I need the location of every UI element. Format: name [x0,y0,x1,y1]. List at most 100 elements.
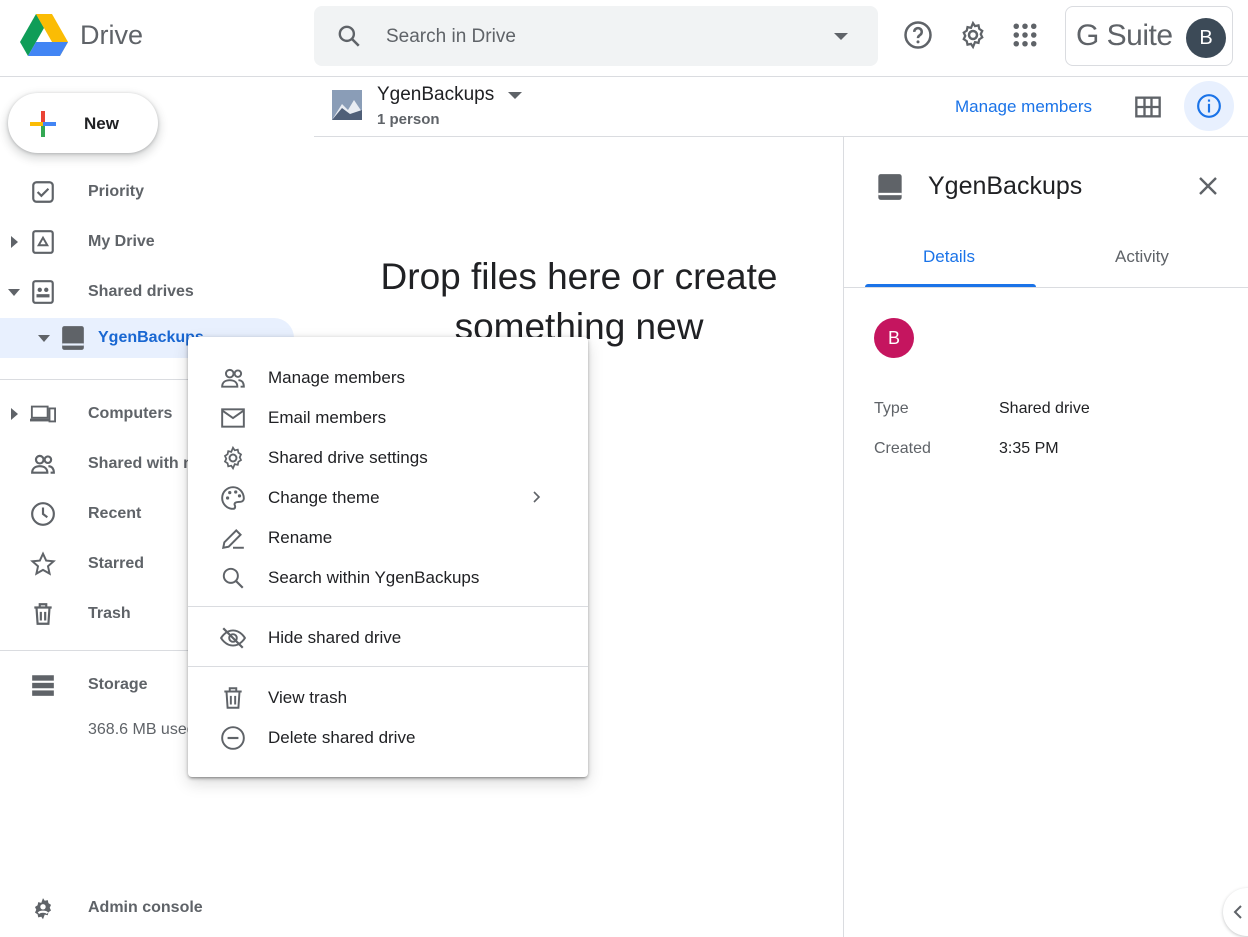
trash-icon [224,687,242,709]
menu-item-label: Search within YgenBackups [268,568,480,587]
sidebar-item-label: Computers [88,405,173,422]
details-panel: YgenBackups Details Activity B Type Shar… [843,137,1248,937]
menu-item-label: Rename [268,528,333,547]
account-switcher[interactable]: G Suite B [1065,6,1233,66]
gsuite-logo: G Suite [1076,19,1173,52]
sidebar-item-priority[interactable]: Priority [0,172,300,212]
menu-item-search-within[interactable]: Search within YgenBackups [188,557,588,597]
search-bar[interactable]: Search in Drive [314,6,878,66]
menu-item-label: View trash [268,688,348,707]
priority-icon [32,181,54,203]
admin-icon [34,898,52,920]
details-tabs: Details Activity [844,227,1248,288]
current-drive-name[interactable]: YgenBackups [377,84,494,106]
storage-usage: 368.6 MB used [88,721,196,738]
drive-logo-icon[interactable] [20,14,68,58]
settings-icon[interactable] [958,20,988,50]
avatar[interactable]: B [874,318,914,358]
view-details-button[interactable] [1184,81,1234,131]
new-button[interactable]: New [8,93,158,153]
manage-members-button[interactable]: Manage members [955,97,1092,117]
menu-item-email-members[interactable]: Email members [188,397,588,437]
search-icon[interactable] [336,23,362,49]
property-value: 3:35 PM [999,440,1059,457]
property-key: Created [874,440,931,457]
info-icon [1197,94,1221,118]
collapse-icon[interactable] [8,289,20,296]
chevron-left-icon [1233,905,1242,919]
apps-grid-icon[interactable] [1010,20,1040,50]
app-name[interactable]: Drive [80,20,143,51]
plus-icon [30,111,56,137]
menu-item-label: Email members [268,408,387,427]
eye-off-icon [220,627,246,649]
computers-icon [30,405,56,423]
menu-item-label: Delete shared drive [268,728,416,747]
menu-divider [188,606,588,607]
collapse-icon[interactable] [38,335,50,342]
people-icon [31,454,55,474]
details-title: YgenBackups [928,172,1083,200]
people-icon [221,368,245,388]
empty-state-line: Drop files here or create [380,256,778,297]
property-value: Shared drive [999,400,1090,417]
avatar[interactable]: B [1186,18,1226,58]
sidebar-item-label: Trash [88,605,131,622]
context-menu: Manage members Email members Shared driv… [188,337,588,777]
search-input[interactable]: Search in Drive [386,26,516,48]
admin-console-label: Admin console [88,899,203,916]
shared-drive-icon [62,326,84,350]
close-icon[interactable] [1196,174,1220,198]
clock-icon [31,502,55,526]
menu-item-manage-members[interactable]: Manage members [188,357,588,397]
menu-item-hide-shared-drive[interactable]: Hide shared drive [188,617,588,657]
menu-item-label: Change theme [268,488,380,507]
menu-item-label: Shared drive settings [268,448,428,467]
tab-activity[interactable]: Activity [1115,247,1169,267]
search-options-icon[interactable] [834,33,848,40]
my-drive-icon [32,230,54,254]
pencil-icon [222,529,244,549]
sidebar-item-label: My Drive [88,233,155,250]
drive-toolbar: YgenBackups 1 person Manage members [314,77,1248,137]
shared-drive-icon [878,174,902,200]
sidebar-item-label: Shared drives [88,283,194,300]
app-header: Drive Search in Drive G Suite B [0,0,1248,77]
new-button-label: New [84,114,119,133]
help-icon[interactable] [903,20,933,50]
members-count: 1 person [377,111,440,128]
expand-icon[interactable] [11,236,18,248]
sidebar-item-label: Priority [88,183,145,200]
grid-view-icon[interactable] [1134,93,1162,121]
sidebar-item-shared-drives[interactable]: Shared drives [0,272,300,312]
drive-menu-caret-icon[interactable] [508,92,522,99]
star-icon [30,551,56,576]
active-tab-indicator [865,284,1036,287]
sidebar-item-label: Storage [88,676,148,693]
menu-item-rename[interactable]: Rename [188,517,588,557]
mail-icon [221,408,245,428]
palette-icon [221,486,245,510]
menu-item-delete-shared-drive[interactable]: Delete shared drive [188,717,588,757]
menu-item-label: Manage members [268,368,406,387]
admin-console-link[interactable]: Admin console [0,888,300,928]
expand-icon[interactable] [11,408,18,420]
storage-icon [32,675,54,696]
search-icon [222,567,244,589]
menu-item-view-trash[interactable]: View trash [188,677,588,717]
menu-item-shared-drive-settings[interactable]: Shared drive settings [188,437,588,477]
sidebar-item-label: Recent [88,505,142,522]
menu-item-change-theme[interactable]: Change theme [188,477,588,517]
tab-details[interactable]: Details [923,247,975,267]
menu-item-label: Hide shared drive [268,628,402,647]
menu-divider [188,666,588,667]
sidebar-item-label: Starred [88,555,145,572]
trash-icon [34,603,52,625]
chevron-right-icon [533,491,541,503]
remove-circle-icon [221,726,245,750]
property-key: Type [874,400,909,417]
shared-drives-icon [32,280,54,304]
drive-theme-thumbnail [332,90,362,120]
settings-icon [223,445,243,471]
sidebar-item-my-drive[interactable]: My Drive [0,222,300,262]
